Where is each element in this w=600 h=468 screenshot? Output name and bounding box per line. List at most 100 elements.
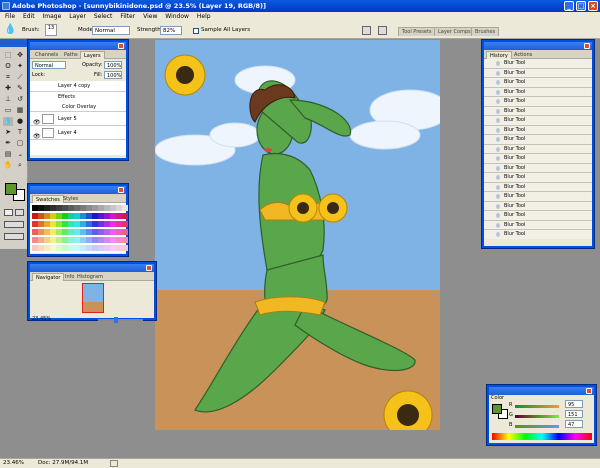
eye-icon[interactable]: 👁 — [33, 130, 41, 144]
strength-input[interactable]: 82% — [160, 26, 182, 35]
g-input[interactable]: 151 — [565, 410, 583, 418]
layer-row[interactable]: 👁 Layer 5 — [30, 112, 126, 126]
history-row[interactable]: Blur Tool — [484, 68, 592, 78]
history-row[interactable]: Blur Tool — [484, 97, 592, 107]
history-row[interactable]: Blur Tool — [484, 201, 592, 211]
swatch[interactable] — [122, 229, 128, 235]
history-row[interactable]: Blur Tool — [484, 220, 592, 230]
layer-row[interactable]: Layer 4 copy — [30, 81, 126, 92]
navigator-zoom-value[interactable]: 23.45% — [32, 316, 51, 322]
history-row[interactable]: Blur Tool — [484, 87, 592, 97]
tab-tool-presets[interactable]: Tool Presets — [398, 27, 436, 36]
document-canvas[interactable] — [155, 40, 440, 430]
history-row[interactable]: Blur Tool — [484, 173, 592, 183]
tab-color[interactable]: Color — [491, 395, 504, 401]
navigator-thumbnail[interactable] — [82, 283, 104, 313]
close-icon[interactable] — [586, 388, 592, 394]
pen-icon[interactable]: ✒ — [3, 139, 13, 148]
brush-icon[interactable]: ✎ — [15, 84, 25, 93]
zoom-slider[interactable] — [98, 319, 143, 321]
standard-mode-icon[interactable] — [4, 209, 13, 216]
close-icon[interactable] — [118, 187, 124, 193]
shape-icon[interactable]: ▢ — [15, 139, 25, 148]
gradient-icon[interactable]: ▦ — [15, 106, 25, 115]
close-button[interactable]: × — [588, 1, 598, 11]
zoom-slider-thumb[interactable] — [114, 317, 118, 323]
swatch[interactable] — [122, 245, 128, 251]
sample-all-checkbox[interactable] — [193, 28, 199, 34]
layer-row[interactable]: 👁 Layer 4 — [30, 126, 126, 140]
history-row[interactable]: Blur Tool — [484, 135, 592, 145]
swatch[interactable] — [122, 213, 128, 219]
blur-icon[interactable]: 💧 — [3, 117, 13, 126]
tab-channels[interactable]: Channels — [32, 51, 61, 59]
history-row[interactable]: Blur Tool — [484, 116, 592, 126]
eyedropper-icon[interactable]: ⟓ — [15, 150, 25, 159]
fill-input[interactable]: 100% — [104, 71, 122, 79]
color-overlay-row[interactable]: Color Overlay — [30, 102, 126, 112]
layers-panel-header[interactable] — [30, 42, 126, 50]
close-icon[interactable] — [118, 43, 124, 49]
effects-row[interactable]: Effects — [30, 92, 126, 102]
blend-mode-select[interactable]: Normal — [32, 61, 66, 69]
slice-icon[interactable]: ⟋ — [15, 73, 25, 82]
history-panel-header[interactable] — [484, 42, 592, 50]
menu-view[interactable]: View — [140, 13, 160, 20]
r-slider[interactable] — [515, 405, 559, 408]
history-row[interactable]: Blur Tool — [484, 163, 592, 173]
menu-layer[interactable]: Layer — [66, 13, 89, 20]
history-row[interactable]: Blur Tool — [484, 182, 592, 192]
navigator-panel-header[interactable] — [30, 264, 154, 272]
tab-history[interactable]: History — [486, 51, 512, 59]
history-row[interactable]: Blur Tool — [484, 211, 592, 221]
tab-layer-comps[interactable]: Layer Comps — [434, 27, 475, 36]
imageready-icon[interactable] — [4, 233, 24, 240]
menu-filter[interactable]: Filter — [117, 13, 138, 20]
screen-mode-icon[interactable] — [4, 221, 24, 228]
tab-paths[interactable]: Paths — [61, 51, 81, 59]
minimize-button[interactable]: _ — [564, 1, 574, 11]
swatch[interactable] — [122, 205, 128, 211]
opacity-input[interactable]: 100% — [104, 61, 122, 69]
swatch[interactable] — [122, 237, 128, 243]
status-zoom[interactable]: 23.46% — [3, 459, 24, 468]
swatch-grid[interactable] — [30, 203, 128, 253]
eraser-icon[interactable]: ▭ — [3, 106, 13, 115]
menu-file[interactable]: File — [2, 13, 18, 20]
dodge-icon[interactable]: ● — [15, 117, 25, 126]
stamp-icon[interactable]: ⊥ — [3, 95, 13, 104]
history-row[interactable]: Blur Tool — [484, 106, 592, 116]
history-row[interactable]: Blur Tool — [484, 78, 592, 88]
tab-actions[interactable]: Actions — [511, 51, 535, 59]
type-icon[interactable]: T — [15, 128, 25, 137]
menu-help[interactable]: Help — [194, 13, 214, 20]
path-select-icon[interactable]: ➤ — [3, 128, 13, 137]
status-arrow-icon[interactable] — [110, 460, 118, 467]
maximize-button[interactable]: □ — [576, 1, 586, 11]
marquee-icon[interactable]: ⬚ — [3, 51, 13, 60]
history-row[interactable]: Blur Tool — [484, 144, 592, 154]
hand-icon[interactable]: ✋ — [3, 161, 13, 170]
menu-window[interactable]: Window — [162, 13, 192, 20]
magic-wand-icon[interactable]: ✦ — [15, 62, 25, 71]
menu-image[interactable]: Image — [40, 13, 65, 20]
history-row[interactable]: Blur Tool — [484, 125, 592, 135]
lasso-icon[interactable]: ʘ — [3, 62, 13, 71]
g-slider[interactable] — [515, 415, 559, 418]
tab-navigator[interactable]: Navigator — [32, 273, 65, 281]
tab-histogram[interactable]: Histogram — [74, 273, 106, 281]
swatches-panel-header[interactable] — [30, 186, 126, 194]
tab-brushes[interactable]: Brushes — [471, 27, 500, 36]
tab-styles[interactable]: Styles — [60, 195, 81, 203]
browse-icon[interactable] — [378, 26, 387, 35]
notes-icon[interactable]: ▤ — [3, 150, 13, 159]
brush-picker[interactable]: 13 — [45, 24, 57, 36]
zoom-icon[interactable]: ⌕ — [15, 161, 25, 170]
foreground-color-swatch[interactable] — [5, 183, 17, 195]
menu-select[interactable]: Select — [91, 13, 116, 20]
b-input[interactable]: 47 — [565, 420, 583, 428]
color-foreground-swatch[interactable] — [492, 404, 502, 414]
close-icon[interactable] — [146, 265, 152, 271]
tab-layers[interactable]: Layers — [80, 51, 105, 59]
color-panel-header[interactable] — [489, 387, 594, 395]
